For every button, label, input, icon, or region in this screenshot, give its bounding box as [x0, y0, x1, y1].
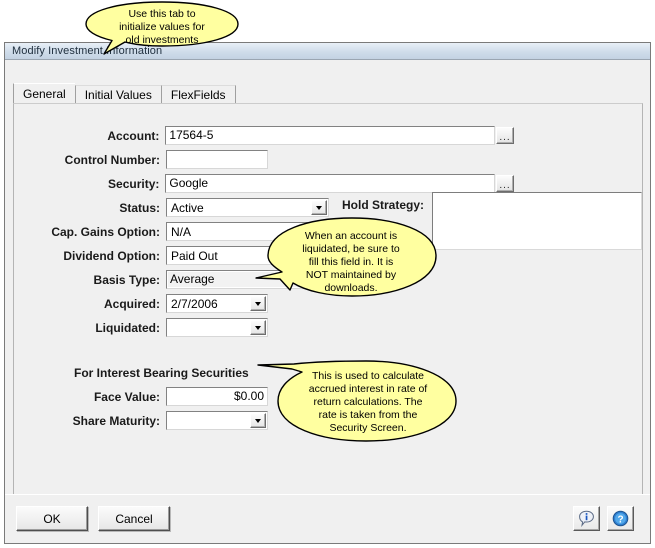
hold-strategy-textarea[interactable]	[432, 192, 642, 250]
account-browse-button[interactable]: ...	[496, 127, 514, 144]
ok-button[interactable]: OK	[16, 506, 88, 531]
callout-initial-values-tab: Use this tab to initialize values for ol…	[82, 0, 242, 58]
acquired-value: 2/7/2006	[167, 297, 250, 311]
cancel-button[interactable]: Cancel	[98, 506, 170, 531]
tab-general-label: General	[23, 87, 66, 101]
info-bubble-icon-button[interactable]	[573, 506, 600, 531]
acquired-label: Acquired:	[14, 297, 160, 311]
chevron-down-icon[interactable]	[250, 320, 266, 335]
share-maturity-label: Share Maturity:	[14, 414, 160, 428]
liquidated-label: Liquidated:	[14, 321, 160, 335]
hold-strategy-label: Hold Strategy:	[334, 198, 424, 212]
face-value-label: Face Value:	[14, 390, 160, 404]
interest-bearing-section-heading: For Interest Bearing Securities	[74, 366, 249, 380]
field-row-hold-strategy: Hold Strategy:	[334, 198, 424, 212]
tab-flexfields-label: FlexFields	[171, 88, 226, 102]
tab-general[interactable]: General	[13, 83, 75, 104]
control-number-label: Control Number:	[14, 153, 160, 167]
dialog-button-bar: OK Cancel ?	[5, 494, 650, 543]
account-input[interactable]: 17564-5	[165, 126, 495, 145]
field-row-account: Account: 17564-5 ...	[14, 126, 514, 145]
tab-strip: General Initial Values FlexFields	[13, 83, 236, 104]
info-bubble-icon	[578, 510, 595, 527]
tab-initial-values[interactable]: Initial Values	[75, 85, 161, 104]
account-label: Account:	[14, 129, 159, 143]
status-value: Active	[167, 201, 311, 215]
callout-face-value-field-text: This is used to calculate accrued intere…	[290, 370, 446, 435]
svg-text:?: ?	[617, 514, 623, 525]
callout-liquidated-field: When an account is liquidated, be sure t…	[254, 216, 440, 304]
help-button[interactable]: ?	[607, 506, 634, 531]
callout-liquidated-field-text: When an account is liquidated, be sure t…	[280, 230, 422, 295]
security-input[interactable]: Google	[165, 174, 495, 193]
liquidated-date-select[interactable]	[166, 318, 268, 337]
cap-gains-option-label: Cap. Gains Option:	[14, 225, 160, 239]
field-row-status: Status: Active	[14, 198, 344, 217]
basis-type-label: Basis Type:	[14, 273, 160, 287]
control-number-input[interactable]	[166, 150, 268, 169]
face-value-input[interactable]: $0.00	[166, 387, 268, 406]
question-mark-icon: ?	[612, 510, 629, 527]
share-maturity-select[interactable]	[166, 411, 268, 430]
security-label: Security:	[14, 177, 159, 191]
tab-initial-values-label: Initial Values	[85, 88, 152, 102]
tab-flexfields[interactable]: FlexFields	[161, 85, 236, 104]
status-select[interactable]: Active	[166, 198, 329, 217]
acquired-date-select[interactable]: 2/7/2006	[166, 294, 268, 313]
field-row-control-number: Control Number:	[14, 150, 514, 169]
security-browse-button[interactable]: ...	[496, 175, 514, 192]
dividend-option-label: Dividend Option:	[14, 249, 160, 263]
field-row-security: Security: Google ...	[14, 174, 514, 193]
status-label: Status:	[14, 201, 160, 215]
chevron-down-icon[interactable]	[311, 200, 327, 215]
field-row-liquidated: Liquidated:	[14, 318, 344, 337]
callout-face-value-field: This is used to calculate accrued intere…	[256, 353, 460, 445]
callout-initial-values-tab-text: Use this tab to initialize values for ol…	[96, 8, 228, 47]
